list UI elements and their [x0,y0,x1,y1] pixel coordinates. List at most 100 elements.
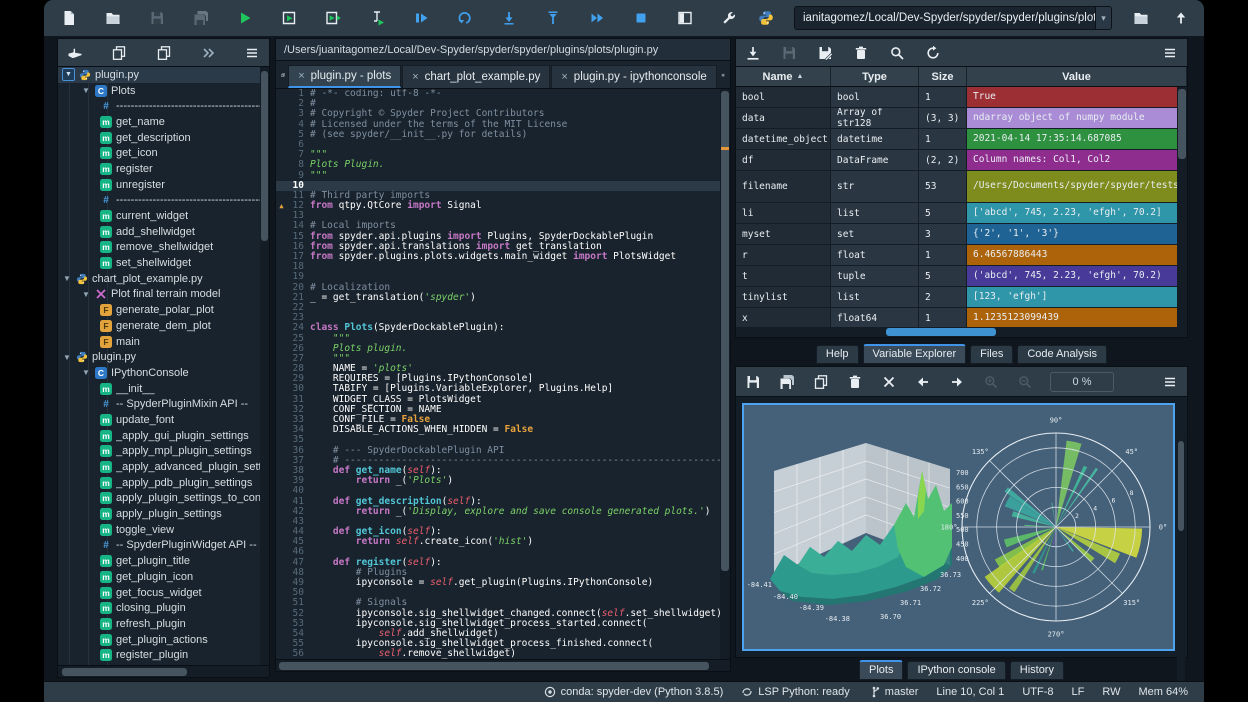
code-line-9[interactable]: 9""" [276,171,730,181]
editor-tab-chart-plot-example-py[interactable]: ×chart_plot_example.py [402,65,550,88]
run-file-button[interactable] [236,9,254,27]
code-line-21[interactable]: 21_ = get_translation('spyder') [276,293,730,303]
outline-item-get-plugin-icon[interactable]: mget_plugin_icon [58,569,269,585]
variables-horizontal-scrollbar[interactable] [736,327,1187,337]
outline-item-plots[interactable]: ▼CPlots [58,83,269,99]
plots-vertical-scrollbar[interactable] [1177,433,1185,683]
code-editor[interactable]: 1# -*- coding: utf-8 -*-2#3# Copyright ©… [276,89,730,661]
copy-plot-button[interactable] [812,373,830,391]
variables-vertical-scrollbar[interactable] [1177,87,1187,329]
outline-horizontal-scrollbar[interactable] [58,665,269,677]
figure-thumbnail-selected[interactable]: 700650600550500450400-84.41-84.40-84.39-… [742,403,1175,651]
code-line-6[interactable]: 6 [276,140,730,150]
code-line-12[interactable]: ▲12from qtpy.QtCore import Signal [276,201,730,211]
pane-plots-tab[interactable]: Plots [859,660,903,680]
more-actions-button[interactable] [199,44,217,62]
outline-item-chart-plot-example-py[interactable]: ▼chart_plot_example.py [58,271,269,287]
outline-item-unregister[interactable]: munregister [58,177,269,193]
column-header-type[interactable]: Type [831,67,919,86]
step-return-button[interactable] [544,9,562,27]
outline-item-spyderpluginwidget-api[interactable]: #-- SpyderPluginWidget API -- [58,538,269,554]
outline-item-get-plugin-actions[interactable]: mget_plugin_actions [58,632,269,648]
outline-item-apply-plugin-settings-to-console[interactable]: mapply_plugin_settings_to_console [58,491,269,507]
expander-icon[interactable]: ▼ [81,86,91,95]
outline-item-closing-plugin[interactable]: mclosing_plugin [58,600,269,616]
code-line-56[interactable]: 56 self.remove_shellwidget) [276,649,730,659]
working-directory-combo[interactable]: ianitagomez/Local/Dev-Spyder/spyder/spyd… [794,6,1112,30]
debug-file-button[interactable] [412,9,430,27]
expander-icon[interactable]: ▼ [81,290,91,299]
code-line-5[interactable]: 5# (see spyder/__init__.py for details) [276,130,730,140]
open-working-directory-button[interactable] [1132,9,1150,27]
code-line-34[interactable]: 34 DISABLE_ACTIONS_WHEN_HIDDEN = False [276,425,730,435]
outline-item-main[interactable]: Fmain [58,334,269,350]
editor-options-button[interactable] [721,64,725,86]
column-header-name[interactable]: Name▲ [736,67,831,86]
code-line-22[interactable]: 22 [276,303,730,313]
pane-files-tab[interactable]: Files [970,345,1013,364]
outline-item-generate-dem-plot[interactable]: Fgenerate_dem_plot [58,318,269,334]
zoom-out-button[interactable] [1016,373,1034,391]
outline-item-current-widget[interactable]: mcurrent_widget [58,208,269,224]
outline-item-add-shellwidget[interactable]: madd_shellwidget [58,224,269,240]
outline-item-ipythonconsole[interactable]: ▼CIPythonConsole [58,365,269,381]
variable-row-myset[interactable]: mysetset3{'2', '1', '3'} [736,224,1187,245]
continue-execution-button[interactable] [588,9,606,27]
search-variable-button[interactable] [888,44,906,62]
save-file-button[interactable] [148,9,166,27]
variables-options-menu-button[interactable] [1161,44,1179,62]
combo-dropdown-icon[interactable]: ▾ [1095,7,1111,29]
variable-row-data[interactable]: dataArray of str128(3, 3)ndarray object … [736,108,1187,129]
expander-icon[interactable]: ▼ [62,274,72,283]
outline-item-plugin-py[interactable]: ▼plugin.py [58,67,269,83]
maximize-pane-button[interactable] [676,9,694,27]
editor-tab-plugin-py-ipythonconsole[interactable]: ×plugin.py - ipythonconsole [551,65,716,88]
new-file-button[interactable] [60,9,78,27]
outline-item-apply-gui-plugin-settings[interactable]: m_apply_gui_plugin_settings [58,428,269,444]
collapse-section-button[interactable] [110,44,128,62]
close-tab-icon[interactable]: × [412,71,418,83]
save-all-button[interactable] [192,9,210,27]
outline-item-apply-advanced-plugin-settings[interactable]: m_apply_advanced_plugin_settings [58,459,269,475]
scrollbar-thumb[interactable] [279,662,709,670]
scrollbar-thumb[interactable] [62,668,187,676]
code-line-1[interactable]: 1# -*- coding: utf-8 -*- [276,89,730,99]
run-cell-advance-button[interactable] [324,9,342,27]
open-file-button[interactable] [104,9,122,27]
remove-variable-button[interactable] [852,44,870,62]
browse-tabs-button[interactable] [281,64,285,86]
outline-item-toggle-view[interactable]: mtoggle_view [58,522,269,538]
code-line-49[interactable]: 49 ipyconsole = self.get_plugin(Plugins.… [276,578,730,588]
variable-row-datetime-object[interactable]: datetime_objectdatetime12021-04-14 17:35… [736,129,1187,150]
code-line-39[interactable]: 39 return _('Plots') [276,476,730,486]
save-data-as-button[interactable] [816,44,834,62]
pane-help-tab[interactable]: Help [816,345,859,364]
save-all-plots-button[interactable] [778,373,796,391]
outline-item-apply-plugin-settings[interactable]: mapply_plugin_settings [58,506,269,522]
variable-row-df[interactable]: dfDataFrame(2, 2)Column names: Col1, Col… [736,150,1187,171]
status-git-branch[interactable]: master [868,686,919,698]
variable-row-tinylist[interactable]: tinylistlist2[123, 'efgh'] [736,287,1187,308]
zoom-in-button[interactable] [982,373,1000,391]
outline-item-register-plugin[interactable]: mregister_plugin [58,647,269,663]
expand-section-button[interactable] [155,44,173,62]
code-line-8[interactable]: 8Plots Plugin. [276,160,730,170]
outline-item-set-shellwidget[interactable]: mset_shellwidget [58,255,269,271]
outline-item-register[interactable]: mregister [58,161,269,177]
editor-horizontal-scrollbar[interactable] [276,659,730,671]
pane-ipython-console-tab[interactable]: IPython console [907,661,1005,680]
outline-item-remove-shellwidget[interactable]: mremove_shellwidget [58,240,269,256]
outline-item-generate-polar-plot[interactable]: Fgenerate_polar_plot [58,302,269,318]
code-line-18[interactable]: 18 [276,262,730,272]
column-header-size[interactable]: Size [919,67,967,86]
pane-code-analysis-tab[interactable]: Code Analysis [1017,345,1107,364]
variable-row-filename[interactable]: filenamestr53/Users/Documents/spyder/spy… [736,171,1187,203]
expander-icon[interactable]: ▼ [81,368,91,377]
scrollbar-thumb[interactable] [1178,89,1186,159]
remove-plot-button[interactable] [846,373,864,391]
code-line-42[interactable]: 42 return _('Display, explore and save c… [276,507,730,517]
outline-item-get-description[interactable]: mget_description [58,130,269,146]
outline-item-update-font[interactable]: mupdate_font [58,412,269,428]
next-plot-button[interactable] [948,373,966,391]
close-tab-icon[interactable]: × [298,70,304,82]
